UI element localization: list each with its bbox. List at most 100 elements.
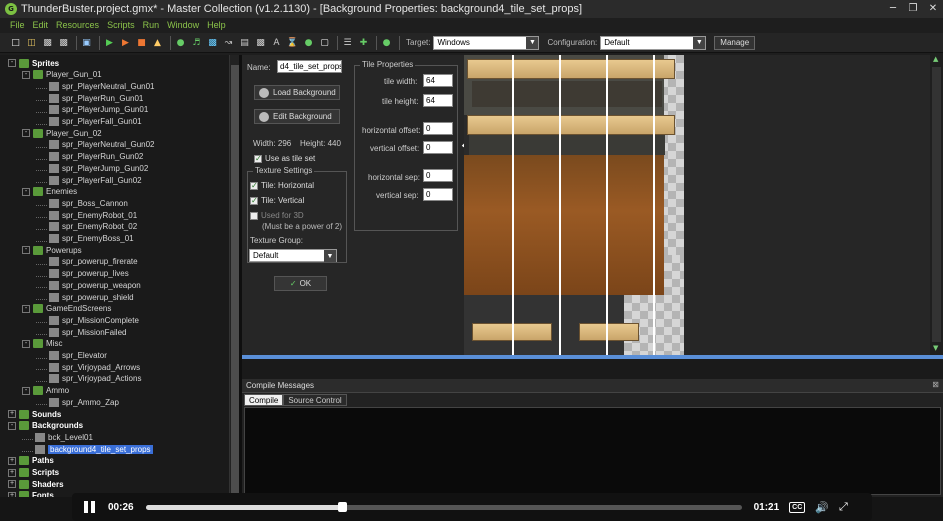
tree-item[interactable]: spr_PlayerJump_Gun01: [36, 104, 148, 116]
tree-folder[interactable]: + Fonts: [8, 490, 54, 497]
tile-width-input[interactable]: 64: [423, 74, 453, 87]
vertical-sep-input[interactable]: 0: [423, 188, 453, 201]
menu-edit[interactable]: Edit: [33, 20, 49, 30]
close-icon[interactable]: ⊠: [932, 380, 939, 389]
target-select[interactable]: Windows ▼: [433, 35, 540, 50]
create-executable-icon[interactable]: ▣: [80, 36, 93, 49]
configuration-select[interactable]: Default ▼: [600, 35, 707, 50]
menu-run[interactable]: Run: [143, 20, 160, 30]
tree-item[interactable]: spr_MissionFailed: [36, 326, 126, 338]
create-timeline-icon[interactable]: ⌛: [286, 36, 299, 49]
collapse-icon[interactable]: -: [8, 421, 16, 430]
tree-item[interactable]: spr_powerup_lives: [36, 268, 129, 280]
tree-item[interactable]: spr_Virjoypad_Actions: [36, 373, 141, 385]
menu-file[interactable]: File: [10, 20, 25, 30]
tab-source-control[interactable]: Source Control: [283, 394, 347, 406]
collapse-icon[interactable]: -: [22, 187, 30, 196]
tree-item[interactable]: spr_PlayerFall_Gun01: [36, 116, 142, 128]
create-object-icon[interactable]: ●: [302, 36, 315, 49]
expand-icon[interactable]: +: [8, 468, 16, 477]
clean-icon[interactable]: ▲: [151, 36, 164, 49]
expand-icon[interactable]: +: [8, 480, 16, 489]
tile-height-input[interactable]: 64: [423, 94, 453, 107]
collapse-icon[interactable]: -: [22, 386, 30, 395]
edit-background-button[interactable]: Edit Background: [254, 109, 340, 124]
stop-icon[interactable]: ■: [135, 36, 148, 49]
create-script-icon[interactable]: ▤: [238, 36, 251, 49]
menu-resources[interactable]: Resources: [56, 20, 99, 30]
tree-item[interactable]: spr_PlayerNeutral_Gun02: [36, 139, 155, 151]
vertical-offset-input[interactable]: 0: [423, 141, 453, 154]
load-background-button[interactable]: Load Background: [254, 85, 340, 100]
create-font-icon[interactable]: A: [270, 36, 283, 49]
tileset-preview[interactable]: [464, 55, 684, 355]
tile-horizontal-checkbox[interactable]: ✓ Tile: Horizontal: [250, 181, 314, 190]
name-input[interactable]: d4_tile_set_props: [277, 60, 342, 73]
restore-icon[interactable]: ❐: [903, 0, 923, 17]
collapse-icon[interactable]: -: [22, 246, 30, 255]
preview-scrollbar[interactable]: ▲ ▼: [930, 55, 943, 355]
tree-item[interactable]: spr_EnemyRobot_01: [36, 209, 137, 221]
collapse-icon[interactable]: -: [22, 339, 30, 348]
menu-help[interactable]: Help: [207, 20, 226, 30]
scroll-up-icon[interactable]: ▲: [933, 55, 938, 63]
pause-icon[interactable]: [84, 501, 96, 513]
tree-folder[interactable]: - Ammo: [22, 385, 69, 397]
open-project-icon[interactable]: ◫: [25, 36, 38, 49]
tree-item[interactable]: spr_EnemyRobot_02: [36, 221, 137, 233]
manage-button[interactable]: Manage: [714, 35, 756, 50]
save-icon[interactable]: ▩: [41, 36, 54, 49]
tree-item[interactable]: spr_PlayerJump_Gun02: [36, 162, 148, 174]
tree-item[interactable]: spr_Virjoypad_Arrows: [36, 361, 140, 373]
create-background-icon[interactable]: ▩: [206, 36, 219, 49]
tree-item[interactable]: spr_powerup_firerate: [36, 256, 138, 268]
create-path-icon[interactable]: ↝: [222, 36, 235, 49]
tree-folder[interactable]: - Misc: [22, 338, 62, 350]
tree-item[interactable]: spr_Ammo_Zap: [36, 396, 119, 408]
minimize-icon[interactable]: ─: [883, 0, 903, 17]
tree-folder[interactable]: - Sprites: [8, 57, 59, 69]
tree-item[interactable]: spr_PlayerRun_Gun01: [36, 92, 143, 104]
closed-captions-button[interactable]: CC: [789, 501, 806, 513]
tree-item[interactable]: spr_PlayerNeutral_Gun01: [36, 80, 155, 92]
tree-item[interactable]: background4_tile_set_props: [22, 443, 153, 455]
tree-item[interactable]: spr_MissionComplete: [36, 314, 139, 326]
fullscreen-icon[interactable]: ⤢: [839, 500, 848, 514]
horizontal-offset-input[interactable]: 0: [423, 122, 453, 135]
use-as-tileset-checkbox[interactable]: ✓ Use as tile set: [254, 154, 315, 163]
tree-folder[interactable]: - Player_Gun_01: [22, 69, 102, 81]
tree-folder[interactable]: - GameEndScreens: [22, 303, 111, 315]
tree-item[interactable]: spr_powerup_weapon: [36, 279, 141, 291]
tree-item[interactable]: spr_powerup_shield: [36, 291, 134, 303]
menu-window[interactable]: Window: [167, 20, 199, 30]
tree-scrollbar-thumb[interactable]: [231, 65, 239, 495]
preview-scrollbar-thumb[interactable]: [932, 67, 941, 342]
expand-icon[interactable]: +: [8, 456, 16, 465]
tree-folder[interactable]: - Powerups: [22, 244, 82, 256]
scroll-down-icon[interactable]: ▼: [933, 344, 938, 352]
collapse-icon[interactable]: -: [22, 70, 30, 79]
tree-folder[interactable]: + Scripts: [8, 467, 59, 479]
save-as-icon[interactable]: ▩: [57, 36, 70, 49]
tree-scrollbar[interactable]: [229, 55, 239, 497]
create-sprite-icon[interactable]: ●: [174, 36, 187, 49]
tree-item[interactable]: spr_PlayerFall_Gun02: [36, 174, 142, 186]
help-icon[interactable]: ●: [380, 36, 393, 49]
expand-icon[interactable]: +: [8, 410, 16, 418]
tree-folder[interactable]: + Paths: [8, 455, 54, 467]
tree-item[interactable]: bck_Level01: [22, 431, 93, 443]
tree-item[interactable]: spr_EnemyBoss_01: [36, 233, 134, 245]
tree-folder[interactable]: - Backgrounds: [8, 420, 83, 432]
collapse-icon[interactable]: -: [8, 59, 16, 67]
tab-compile[interactable]: Compile: [244, 394, 284, 406]
volume-icon[interactable]: 🔊: [815, 501, 829, 514]
seek-handle[interactable]: [338, 501, 348, 512]
run-game-icon[interactable]: ▶: [103, 36, 116, 49]
collapse-icon[interactable]: -: [22, 129, 30, 138]
texture-group-select[interactable]: Default ▼: [249, 249, 337, 262]
menu-scripts[interactable]: Scripts: [107, 20, 135, 30]
debug-game-icon[interactable]: ▶: [119, 36, 132, 49]
used-for-3d-checkbox[interactable]: Used for 3D: [250, 211, 304, 220]
global-settings-icon[interactable]: ✚: [357, 36, 370, 49]
collapse-icon[interactable]: -: [22, 304, 30, 313]
